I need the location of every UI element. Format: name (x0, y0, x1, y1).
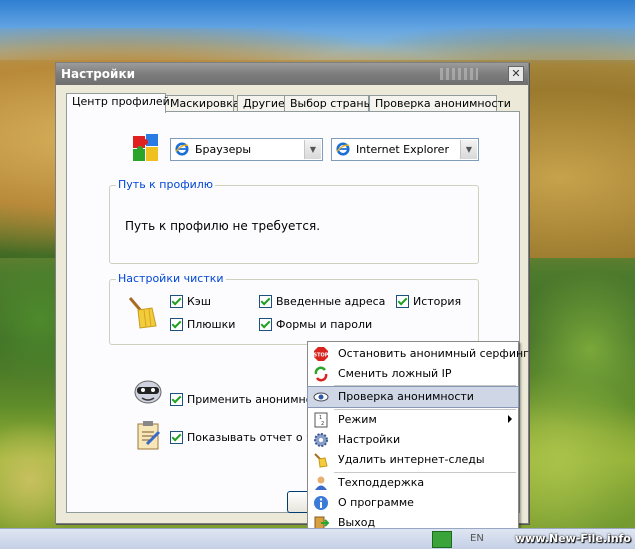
menu-item-label: Удалить интернет-следы (338, 453, 485, 466)
category-select-value: Браузеры (195, 143, 252, 156)
menu-item-support[interactable]: Техподдержка (308, 473, 518, 493)
mode-icon: 1 2 (314, 412, 328, 428)
tab-other[interactable]: Другие (237, 95, 285, 112)
menu-item-stop-surfing[interactable]: STOP Остановить анонимный серфинг (308, 344, 529, 364)
menu-item-delete-traces[interactable]: Удалить интернет-следы (308, 450, 518, 470)
cleanup-forms-checkbox[interactable]: Формы и пароли (259, 318, 372, 331)
menu-item-settings[interactable]: Настройки (308, 430, 518, 450)
profile-path-group: Путь к профилю Путь к профилю не требует… (109, 178, 479, 264)
menu-item-change-ip[interactable]: Сменить ложный IP (308, 364, 518, 384)
menu-item-about[interactable]: О программе (308, 493, 518, 513)
menu-item-label: Остановить анонимный серфинг (338, 347, 529, 360)
gear-icon (314, 433, 328, 447)
chevron-down-icon[interactable]: ▼ (304, 140, 321, 159)
browser-select[interactable]: Internet Explorer ▼ (331, 138, 479, 161)
checkbox-checked-icon (259, 318, 272, 331)
category-select[interactable]: Браузеры ▼ (170, 138, 323, 161)
cleanup-cache-checkbox[interactable]: Кэш (170, 295, 211, 308)
broom-icon (128, 297, 157, 329)
menu-separator (334, 385, 516, 386)
tab-masking[interactable]: Маскировка (164, 95, 240, 112)
show-report-checkbox[interactable]: Показывать отчет о чис (170, 431, 326, 444)
cleanup-cookies-checkbox[interactable]: Плюшки (170, 318, 235, 331)
refresh-icon (314, 366, 328, 382)
mask-icon (134, 380, 162, 404)
cleanup-settings-label: Настройки чистки (116, 272, 226, 285)
menu-item-label: Проверка анонимности (338, 390, 474, 403)
submenu-arrow-icon (508, 415, 512, 423)
info-icon (314, 496, 328, 510)
checkbox-checked-icon (170, 431, 183, 444)
cleanup-cache-label: Кэш (187, 295, 211, 308)
tray-context-menu: STOP Остановить анонимный серфинг Сменит… (307, 341, 529, 539)
menu-item-label: Сменить ложный IP (338, 367, 452, 380)
window-title: Настройки (61, 67, 136, 81)
menu-item-label: Режим (338, 413, 377, 426)
show-report-label: Показывать отчет о чис (187, 431, 326, 444)
cleanup-history-label: История (413, 295, 462, 308)
cleanup-addresses-label: Введенные адреса (276, 295, 386, 308)
menu-item-label: Настройки (338, 433, 401, 446)
cleanup-history-checkbox[interactable]: История (396, 295, 461, 308)
menu-item-label: Техподдержка (338, 476, 425, 489)
tab-country[interactable]: Выбор страны (284, 95, 372, 112)
checkbox-checked-icon (170, 318, 183, 331)
cleanup-addresses-checkbox[interactable]: Введенные адреса (259, 295, 385, 308)
ie-icon (175, 142, 189, 156)
checkbox-checked-icon (170, 393, 183, 406)
window-titlebar[interactable]: Настройки ✕ (56, 63, 528, 85)
watermark: www.New-File.info (515, 532, 631, 545)
menu-item-label: О программе (338, 496, 414, 509)
svg-text:2: 2 (321, 421, 324, 427)
language-indicator[interactable]: EN (470, 531, 500, 546)
tray-arrow-icon[interactable] (432, 531, 452, 548)
ie-icon (336, 142, 350, 156)
close-button[interactable]: ✕ (508, 66, 524, 82)
cleanup-forms-label: Формы и пароли (276, 318, 373, 331)
cleanup-settings-group: Настройки чистки Кэш Введенные адреса Ис… (109, 272, 479, 345)
checkbox-checked-icon (170, 295, 183, 308)
checkbox-checked-icon (396, 295, 409, 308)
checkbox-checked-icon (259, 295, 272, 308)
taskbar: EN www.New-File.info (0, 528, 635, 549)
browser-select-value: Internet Explorer (356, 143, 449, 156)
tab-profile-center[interactable]: Центр профилей (66, 93, 170, 113)
stop-icon: STOP (314, 347, 329, 361)
menu-item-anonymity-check[interactable]: Проверка анонимности (307, 386, 519, 408)
svg-text:STOP: STOP (314, 353, 329, 359)
eye-icon (313, 392, 329, 402)
profile-path-label: Путь к профилю (116, 178, 216, 191)
chevron-down-icon[interactable]: ▼ (460, 140, 477, 159)
report-icon (137, 421, 161, 450)
titlebar-pattern (440, 68, 478, 80)
puzzle-icon (133, 134, 158, 161)
menu-item-mode[interactable]: 1 2 Режим (308, 410, 518, 430)
support-icon (315, 476, 327, 490)
cleanup-cookies-label: Плюшки (187, 318, 236, 331)
broom-icon (314, 453, 328, 468)
tab-anonymity-check[interactable]: Проверка анонимности (369, 95, 511, 112)
profile-path-message: Путь к профилю не требуется. (125, 219, 321, 233)
